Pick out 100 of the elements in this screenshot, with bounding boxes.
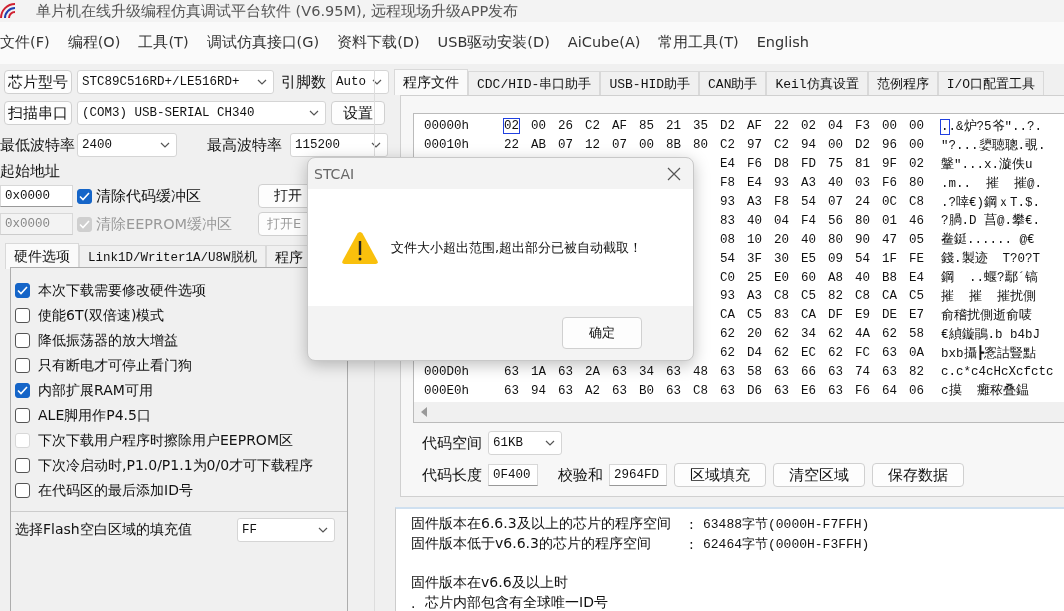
hex-byte: C5 [801, 289, 816, 304]
chip-model-button[interactable]: 芯片型号 [4, 70, 72, 94]
menu-item[interactable]: 资料下载(D) [337, 32, 420, 52]
hex-byte: 62 [720, 327, 735, 342]
hex-byte: E9 [855, 308, 870, 323]
hex-byte: 2A [585, 365, 600, 379]
dropdown[interactable]: (COM3) USB-SERIAL CH340 [77, 101, 326, 125]
hex-byte: CA [801, 308, 816, 323]
menu-item[interactable]: 编程(O) [67, 32, 121, 52]
checkbox[interactable] [15, 383, 30, 398]
hex-byte: 58 [747, 365, 762, 379]
checkbox[interactable] [15, 333, 30, 348]
tab[interactable]: Keil仿真设置 [766, 71, 868, 95]
hex-byte: C2 [774, 138, 789, 153]
checkbox[interactable] [15, 483, 30, 498]
action-button[interactable]: 区域填充 [674, 463, 766, 487]
hex-byte: C8 [855, 289, 870, 304]
hex-byte: 63 [828, 365, 843, 379]
hex-byte: 00 [909, 138, 924, 153]
code-length-field[interactable]: 0F400 [488, 464, 538, 486]
hex-byte: A2 [585, 383, 600, 398]
hex-byte: 02 [801, 119, 816, 134]
hex-byte: 80 [909, 176, 924, 191]
hex-byte: 05 [909, 232, 924, 247]
hex-byte: 02 [909, 157, 924, 172]
menu-item[interactable]: USB驱动安装(D) [437, 32, 550, 52]
hex-byte: 46 [909, 213, 924, 228]
hex-byte: 62 [774, 346, 789, 361]
tab[interactable]: 范例程序 [867, 71, 938, 95]
checkbox[interactable] [15, 358, 30, 373]
hex-byte: 0A [909, 346, 924, 361]
tab[interactable]: 硬件选项 [5, 243, 79, 269]
log-text: 固件版本在6.6.3及以上的芯片的程序空间 [411, 514, 672, 533]
tab[interactable]: I/O口配置工具 [937, 71, 1045, 95]
dropdown[interactable]: STC89C516RD+/LE516RD+ [77, 70, 274, 94]
menu-item[interactable]: English [756, 34, 809, 50]
hex-byte: 63 [666, 365, 681, 379]
hex-byte: 00 [531, 119, 546, 134]
hex-byte: 97 [747, 138, 762, 153]
hex-byte: 34 [639, 365, 654, 379]
hex-byte: 00 [909, 119, 924, 134]
hex-byte: D2 [720, 119, 735, 134]
hex-byte: C5 [909, 289, 924, 304]
checkbox[interactable] [15, 408, 30, 423]
action-button[interactable]: 保存数据 [872, 463, 964, 487]
menu-item[interactable]: 常用工具(T) [658, 32, 739, 52]
tab[interactable]: CDC/HID-串口助手 [468, 71, 601, 95]
hex-byte: 82 [909, 365, 924, 379]
hex-byte: F8 [774, 195, 789, 209]
tab[interactable]: USB-HID助手 [600, 71, 700, 95]
checkbox-label: ALE脚用作P4.5口 [38, 406, 151, 425]
hex-byte: 56 [828, 213, 843, 228]
scroll-left-icon [420, 407, 428, 417]
dropdown[interactable]: 115200 [290, 133, 388, 157]
hex-byte: B0 [639, 383, 654, 398]
ascii-text: 鋼 ..蝘?鄢´镐 [941, 269, 1038, 287]
dropdown[interactable]: 2400 [77, 133, 177, 157]
min-baud-label: 最低波特率 [0, 135, 74, 155]
hex-byte: FC [855, 346, 870, 361]
caret-icon [309, 110, 319, 116]
scan-port-button[interactable]: 扫描串口 [4, 101, 72, 125]
dropdown[interactable]: 61KB [488, 431, 562, 455]
hex-byte: 8B [666, 138, 681, 153]
hex-byte: D8 [774, 157, 789, 172]
hex-byte: 10 [747, 232, 762, 247]
tab[interactable]: CAN助手 [699, 71, 767, 95]
hex-byte: 07 [558, 138, 573, 153]
action-button[interactable]: 清空区域 [773, 463, 865, 487]
checkbox[interactable] [15, 458, 30, 473]
hex-byte: 06 [909, 383, 924, 398]
hex-byte: F4 [801, 213, 816, 228]
hex-byte: 63 [828, 383, 843, 398]
hex-byte: 63 [882, 346, 897, 361]
dropdown[interactable]: FF [237, 518, 335, 542]
checkbox[interactable] [15, 308, 30, 323]
ascii-text: .m.. 摧 摧@. [941, 175, 1042, 192]
tab[interactable]: 程序文件 [394, 69, 468, 95]
dialog-title: STCAI [314, 165, 355, 182]
ok-button[interactable]: 确定 [562, 317, 642, 349]
address-field[interactable]: 0x0000 [0, 185, 73, 207]
log-text: 固件版本低于v6.6.3的芯片的程序空间 [411, 534, 652, 553]
menu-item[interactable]: 工具(T) [138, 32, 189, 52]
menu-item[interactable]: AiCube(A) [567, 34, 641, 50]
caret-icon [257, 79, 267, 85]
log-text: . [411, 594, 417, 611]
ascii-text: ?腡.D 菖@.攀€. [941, 212, 1040, 230]
checkbox[interactable] [15, 283, 30, 298]
tab[interactable]: Link1D/Writer1A/U8W脱机 [79, 245, 266, 269]
checksum-field[interactable]: 2964FD [609, 464, 667, 486]
code-length-label: 代码长度 [422, 465, 482, 485]
hex-byte: 54 [720, 251, 735, 266]
menu-item[interactable]: 调试仿真接口(G) [206, 32, 320, 52]
dropdown[interactable]: Auto [331, 70, 389, 94]
close-icon[interactable] [667, 166, 681, 181]
checkbox[interactable] [77, 188, 92, 204]
hex-byte: 07 [828, 195, 843, 209]
checkbox-label: 在代码区的最后添加ID号 [38, 481, 193, 500]
settings-button[interactable]: 设置 [331, 101, 385, 125]
menu-item[interactable]: 文件(F) [0, 32, 50, 52]
hex-byte: 96 [882, 138, 897, 153]
